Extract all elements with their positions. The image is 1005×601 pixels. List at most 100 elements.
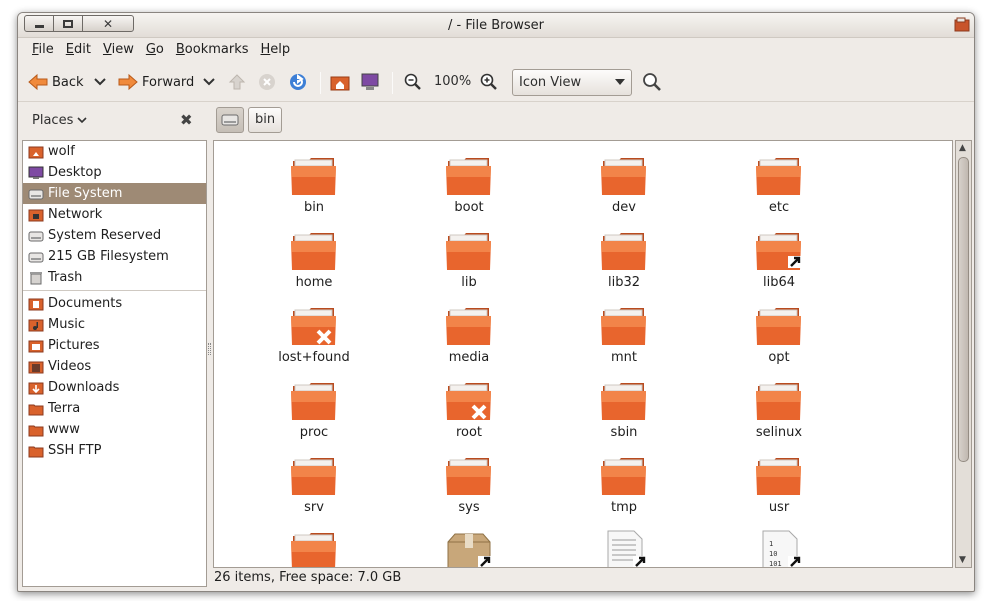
back-button[interactable]: Back bbox=[28, 70, 84, 94]
sidebar-item[interactable]: Videos bbox=[23, 356, 206, 377]
sidebar-item[interactable]: Terra bbox=[23, 398, 206, 419]
forward-button[interactable]: Forward bbox=[118, 70, 194, 94]
menu-file[interactable]: File bbox=[26, 39, 60, 61]
menu-label: elp bbox=[270, 42, 291, 57]
folder-item[interactable]: opt bbox=[719, 305, 839, 375]
folder-icon bbox=[756, 308, 801, 345]
folder-icon bbox=[756, 158, 801, 195]
menu-view[interactable]: View bbox=[97, 39, 140, 61]
sidebar-item[interactable]: SSH FTP bbox=[23, 440, 206, 461]
sidebar-item[interactable]: 215 GB Filesystem bbox=[23, 246, 206, 267]
file-view[interactable]: bin boot dev etc home lib lib32 lib64 lost+found… bbox=[213, 140, 953, 568]
back-history-dropdown[interactable] bbox=[94, 70, 106, 94]
path-segment-button[interactable]: bin bbox=[248, 107, 283, 133]
folder-item[interactable]: home bbox=[254, 230, 374, 300]
menu-label: ookmarks bbox=[184, 42, 249, 57]
sidebar-item[interactable]: Downloads bbox=[23, 377, 206, 398]
drive-icon bbox=[28, 189, 44, 199]
sidebar-item[interactable]: wolf bbox=[23, 141, 206, 162]
pane-resize-handle[interactable] bbox=[208, 343, 211, 355]
folder-item[interactable]: srv bbox=[254, 455, 374, 525]
sidebar-item[interactable]: Music bbox=[23, 314, 206, 335]
places-dropdown[interactable]: Places bbox=[32, 113, 88, 128]
drive-icon bbox=[28, 231, 44, 241]
view-mode-select[interactable]: Icon View bbox=[512, 69, 632, 96]
path-root-button[interactable] bbox=[216, 107, 244, 133]
sidebar-item[interactable]: Documents bbox=[23, 293, 206, 314]
menu-label: ile bbox=[38, 42, 54, 57]
drive-icon bbox=[28, 252, 44, 262]
menu-mnemonic: H bbox=[260, 42, 271, 57]
zoom-in-icon bbox=[480, 73, 497, 90]
folder-item[interactable]: bin bbox=[254, 155, 374, 225]
folder-icon bbox=[601, 308, 646, 345]
sidebar-separator bbox=[23, 290, 206, 291]
folder-item[interactable]: root bbox=[409, 380, 529, 450]
sidebar-item[interactable]: www bbox=[23, 419, 206, 440]
folder-item[interactable]: lib bbox=[409, 230, 529, 300]
folder-item[interactable]: proc bbox=[254, 380, 374, 450]
zoom-in-button[interactable] bbox=[480, 70, 498, 94]
chevron-down-icon bbox=[203, 78, 215, 86]
menu-help[interactable]: Help bbox=[255, 39, 297, 61]
folder-item[interactable]: sys bbox=[409, 455, 529, 525]
sidebar-item[interactable]: Trash bbox=[23, 267, 206, 288]
stop-button[interactable] bbox=[258, 70, 276, 94]
folder-item[interactable]: tmp bbox=[564, 455, 684, 525]
toolbar: Back Forward 100% Icon View bbox=[18, 62, 974, 102]
folder-item[interactable]: boot bbox=[409, 155, 529, 225]
menu-label: o bbox=[155, 42, 164, 57]
folder-item[interactable] bbox=[254, 530, 374, 567]
forward-history-dropdown[interactable] bbox=[203, 70, 215, 94]
search-icon bbox=[643, 73, 661, 91]
file-item[interactable] bbox=[564, 530, 684, 567]
sidebar-item[interactable]: File System bbox=[23, 183, 206, 204]
file-item[interactable] bbox=[409, 530, 529, 567]
search-button[interactable] bbox=[642, 70, 662, 94]
folder-item[interactable]: sbin bbox=[564, 380, 684, 450]
pictures-folder-icon bbox=[28, 340, 44, 352]
scroll-down-icon[interactable]: ▼ bbox=[959, 555, 966, 565]
menu-go[interactable]: Go bbox=[140, 39, 170, 61]
file-name: home bbox=[295, 275, 333, 290]
computer-button[interactable] bbox=[360, 70, 380, 94]
reload-button[interactable] bbox=[288, 70, 308, 94]
file-name: sys bbox=[458, 500, 480, 515]
close-sidebar-button[interactable]: ✖ bbox=[180, 111, 193, 129]
places-label: Places bbox=[32, 113, 74, 128]
menu-edit[interactable]: Edit bbox=[60, 39, 97, 61]
menu-mnemonic: V bbox=[102, 42, 112, 57]
menu-bookmarks[interactable]: Bookmarks bbox=[170, 39, 255, 61]
sidebar-item[interactable]: Pictures bbox=[23, 335, 206, 356]
folder-item[interactable]: media bbox=[409, 305, 529, 375]
zoom-out-button[interactable] bbox=[404, 70, 422, 94]
up-button[interactable] bbox=[228, 70, 246, 94]
vertical-scrollbar[interactable]: ▲ ▼ bbox=[955, 140, 972, 568]
folder-item[interactable]: selinux bbox=[719, 380, 839, 450]
drive-icon bbox=[221, 114, 239, 126]
scrollbar-thumb[interactable] bbox=[958, 157, 969, 462]
folder-item[interactable]: lib32 bbox=[564, 230, 684, 300]
sidebar-item[interactable]: System Reserved bbox=[23, 225, 206, 246]
file-name: boot bbox=[454, 200, 484, 215]
file-manager-app-icon bbox=[954, 17, 970, 32]
file-name: opt bbox=[768, 350, 790, 365]
folder-item[interactable]: mnt bbox=[564, 305, 684, 375]
home-button[interactable] bbox=[330, 70, 350, 94]
sidebar-item[interactable]: Desktop bbox=[23, 162, 206, 183]
text-file-icon bbox=[607, 530, 647, 567]
file-name: dev bbox=[612, 200, 636, 215]
title-bar[interactable]: ✕ / - File Browser bbox=[18, 13, 974, 38]
folder-item[interactable]: lost+found bbox=[254, 305, 374, 375]
folder-item[interactable]: dev bbox=[564, 155, 684, 225]
sidebar-item-label: Videos bbox=[48, 359, 92, 374]
sidebar-item[interactable]: Network bbox=[23, 204, 206, 225]
sidebar-item-label: Desktop bbox=[48, 165, 102, 180]
file-item[interactable]: 1 10 101 bbox=[719, 530, 839, 567]
stop-icon bbox=[259, 74, 275, 90]
scroll-up-icon[interactable]: ▲ bbox=[959, 143, 966, 153]
folder-item[interactable]: usr bbox=[719, 455, 839, 525]
zoom-level[interactable]: 100% bbox=[434, 74, 471, 89]
folder-item[interactable]: etc bbox=[719, 155, 839, 225]
folder-item[interactable]: lib64 bbox=[719, 230, 839, 300]
